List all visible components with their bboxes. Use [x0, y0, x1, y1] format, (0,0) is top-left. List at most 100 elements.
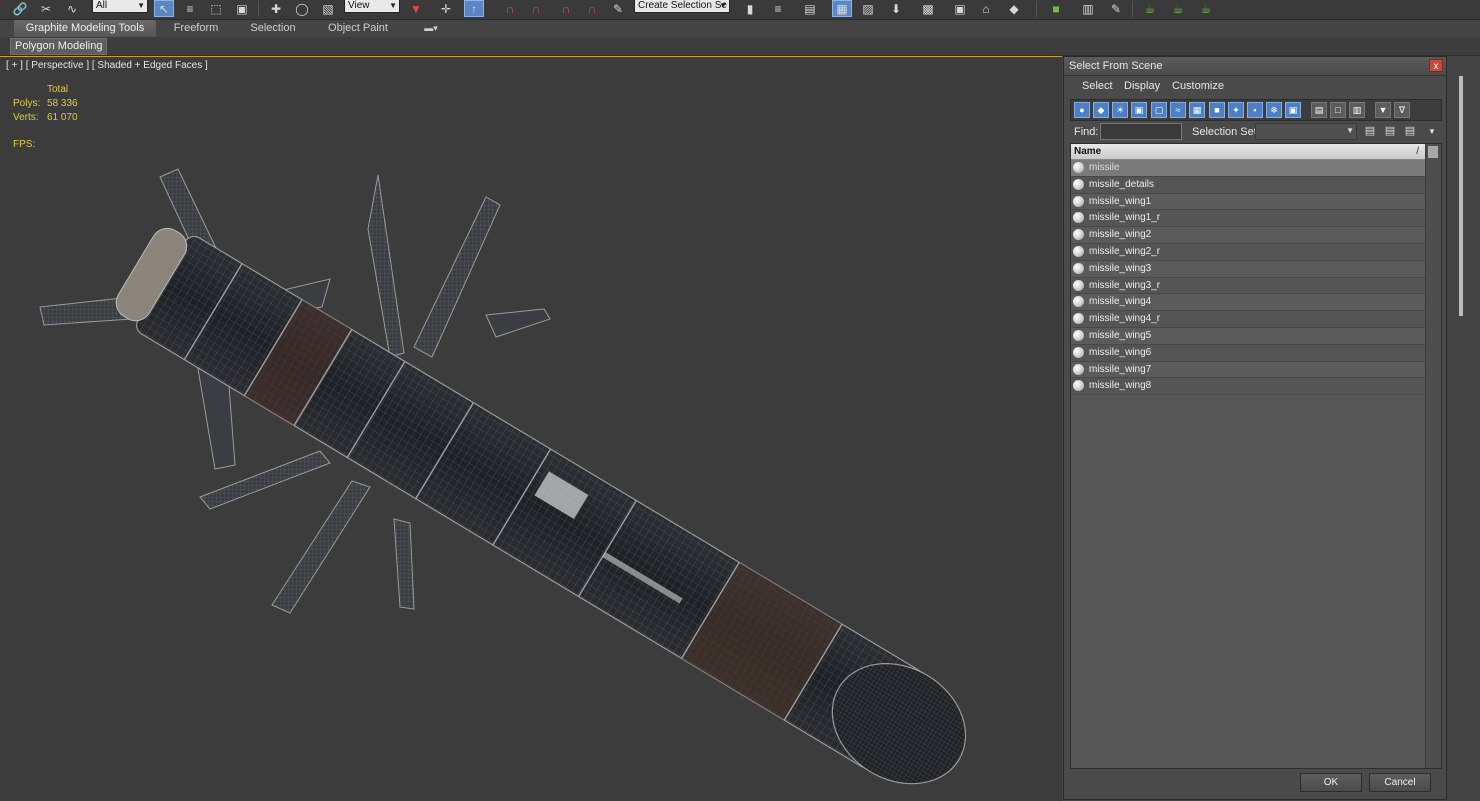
select-by-name-icon[interactable]: ≡: [180, 0, 200, 17]
toggle-layer-explorer-icon[interactable]: ▦: [832, 0, 852, 17]
display-lights-icon[interactable]: ☀: [1112, 102, 1128, 118]
list-item[interactable]: missile_wing3_r: [1071, 277, 1425, 295]
bind-space-warp-icon[interactable]: ∿: [62, 0, 82, 17]
named-selection-set-combo[interactable]: Create Selection Se ▼: [634, 0, 730, 13]
list-item[interactable]: missile_wing5: [1071, 327, 1425, 345]
keyboard-shortcut-icon[interactable]: ↑: [464, 0, 484, 17]
rectangle-region-icon[interactable]: ⬚: [206, 0, 226, 17]
list-item-label: missile_wing4: [1089, 296, 1152, 308]
render-iterative-icon[interactable]: ☕: [1168, 0, 1188, 17]
schematic-view-icon[interactable]: ▩: [918, 0, 938, 17]
list-item[interactable]: missile_wing6: [1071, 344, 1425, 362]
select-manipulate-icon[interactable]: ✛: [436, 0, 456, 17]
reference-coordinate-combo[interactable]: View ▼: [344, 0, 400, 13]
list-item[interactable]: missile_wing7: [1071, 361, 1425, 379]
scale-icon[interactable]: ▧: [318, 0, 338, 17]
display-none-icon[interactable]: □: [1330, 102, 1346, 118]
ok-button[interactable]: OK: [1300, 773, 1362, 792]
display-hidden-icon[interactable]: ▣: [1285, 102, 1301, 118]
perspective-viewport[interactable]: [ + ] [ Perspective ] [ Shaded + Edged F…: [0, 56, 1062, 801]
list-item[interactable]: missile_wing4: [1071, 294, 1425, 312]
dialog-filter-toolbar: ● ◆ ☀ ▣ ▢ ≈ ▦ ■ ✦ ▪ ❄ ▣ ▤ □ ▥ ▼ ∇: [1070, 99, 1442, 121]
rotate-icon[interactable]: ◯: [292, 0, 312, 17]
list-item[interactable]: missile_wing2: [1071, 227, 1425, 244]
display-helpers-icon[interactable]: ▢: [1151, 102, 1167, 118]
close-button[interactable]: x: [1429, 59, 1443, 72]
toggle-scene-explorer-icon[interactable]: ▤: [800, 0, 820, 17]
tab-object-paint[interactable]: Object Paint: [320, 20, 396, 37]
list-item-label: missile_wing3: [1089, 262, 1152, 274]
tab-selection[interactable]: Selection: [242, 20, 304, 37]
unlink-icon[interactable]: ✂: [36, 0, 56, 17]
find-input[interactable]: [1100, 123, 1182, 140]
spinner-snap-icon[interactable]: ∩: [582, 0, 602, 17]
add-to-selection-set-icon[interactable]: ▤: [1382, 124, 1398, 139]
display-shapes-icon[interactable]: ◆: [1093, 102, 1109, 118]
ribbon-options-icon[interactable]: ▬▾: [418, 20, 444, 37]
list-item[interactable]: missile_wing1_r: [1071, 210, 1425, 228]
percent-snap-icon[interactable]: ∩: [556, 0, 576, 17]
display-frozen-icon[interactable]: ❄: [1266, 102, 1282, 118]
dialog-title-bar[interactable]: Select From Scene x: [1064, 57, 1446, 76]
invert-display-icon[interactable]: ▥: [1349, 102, 1365, 118]
render-production-icon[interactable]: ☕: [1140, 0, 1160, 17]
tab-freeform[interactable]: Freeform: [166, 20, 226, 37]
cancel-button[interactable]: Cancel: [1369, 773, 1431, 792]
render-icon[interactable]: ■: [1046, 0, 1066, 17]
edit-named-selection-icon[interactable]: ✎: [608, 0, 628, 17]
list-item[interactable]: missile_wing2_r: [1071, 243, 1425, 261]
remove-from-selection-set-icon[interactable]: ▤: [1402, 124, 1418, 139]
brush-icon[interactable]: ✎: [1106, 0, 1126, 17]
viewport-label[interactable]: [ + ] [ Perspective ] [ Shaded + Edged F…: [6, 60, 208, 71]
create-selection-set-icon[interactable]: ▤: [1362, 124, 1378, 139]
list-item[interactable]: missile_wing3: [1071, 260, 1425, 278]
display-xrefs-icon[interactable]: ■: [1209, 102, 1225, 118]
display-space-warps-icon[interactable]: ≈: [1170, 102, 1186, 118]
toolbar-expand-icon[interactable]: ▼: [1424, 127, 1440, 142]
select-object-icon[interactable]: ↖: [154, 0, 174, 17]
menu-select[interactable]: Select: [1082, 80, 1113, 92]
pivot-icon[interactable]: ▼: [406, 0, 426, 17]
display-bones-icon[interactable]: ✦: [1228, 102, 1244, 118]
geometry-sphere-icon: [1073, 346, 1084, 358]
display-containers-icon[interactable]: ▪: [1247, 102, 1263, 118]
curve-editor-icon[interactable]: ⬇: [886, 0, 906, 17]
material-editor-icon[interactable]: ▣: [950, 0, 970, 17]
angle-snap-icon[interactable]: ∩: [526, 0, 546, 17]
display-cameras-icon[interactable]: ▣: [1131, 102, 1147, 118]
list-item[interactable]: missile: [1071, 160, 1425, 177]
polygon-modeling-panel[interactable]: Polygon Modeling: [10, 38, 108, 55]
filter-icon[interactable]: ▼: [1375, 102, 1391, 118]
display-groups-icon[interactable]: ▦: [1189, 102, 1205, 118]
rendered-frame-icon[interactable]: ◆: [1004, 0, 1024, 17]
render-setup-icon[interactable]: ⌂: [976, 0, 996, 17]
selection-set-combo[interactable]: ▼: [1255, 123, 1357, 140]
geometry-sphere-icon: [1073, 363, 1084, 375]
render-activeshade-icon[interactable]: ☕: [1196, 0, 1216, 17]
move-icon[interactable]: ✚: [266, 0, 286, 17]
mirror-icon[interactable]: ▮: [740, 0, 760, 17]
list-item[interactable]: missile_details: [1071, 176, 1425, 194]
selection-filter-combo[interactable]: All ▼: [92, 0, 148, 13]
link-icon[interactable]: 🔗: [10, 0, 30, 17]
menu-display[interactable]: Display: [1124, 80, 1160, 92]
menu-customize[interactable]: Customize: [1172, 80, 1224, 92]
tab-graphite-modeling-tools[interactable]: Graphite Modeling Tools: [14, 20, 156, 37]
align-icon[interactable]: ≡: [768, 0, 788, 17]
scene-object-list[interactable]: Name / missile missile_details missile_win…: [1070, 143, 1442, 769]
list-scrollbar[interactable]: [1425, 144, 1441, 768]
filter-options-icon[interactable]: ∇: [1394, 102, 1410, 118]
layer-manager-icon[interactable]: ▥: [1078, 0, 1098, 17]
list-item[interactable]: missile_wing8: [1071, 378, 1425, 396]
command-panel-scrollbar[interactable]: [1459, 76, 1463, 316]
column-header-name[interactable]: Name /: [1071, 144, 1425, 160]
snap-3d-icon[interactable]: ∩: [500, 0, 520, 17]
list-item[interactable]: missile_wing4_r: [1071, 311, 1425, 328]
list-scrollbar-thumb[interactable]: [1428, 146, 1438, 158]
list-item[interactable]: missile_wing1: [1071, 193, 1425, 211]
named-selection-set-value: Create Selection Se: [638, 0, 727, 11]
display-geometry-icon[interactable]: ●: [1074, 102, 1090, 118]
display-all-icon[interactable]: ▤: [1311, 102, 1327, 118]
window-crossing-icon[interactable]: ▣: [232, 0, 252, 17]
graphite-toggle-icon[interactable]: ▨: [858, 0, 878, 17]
